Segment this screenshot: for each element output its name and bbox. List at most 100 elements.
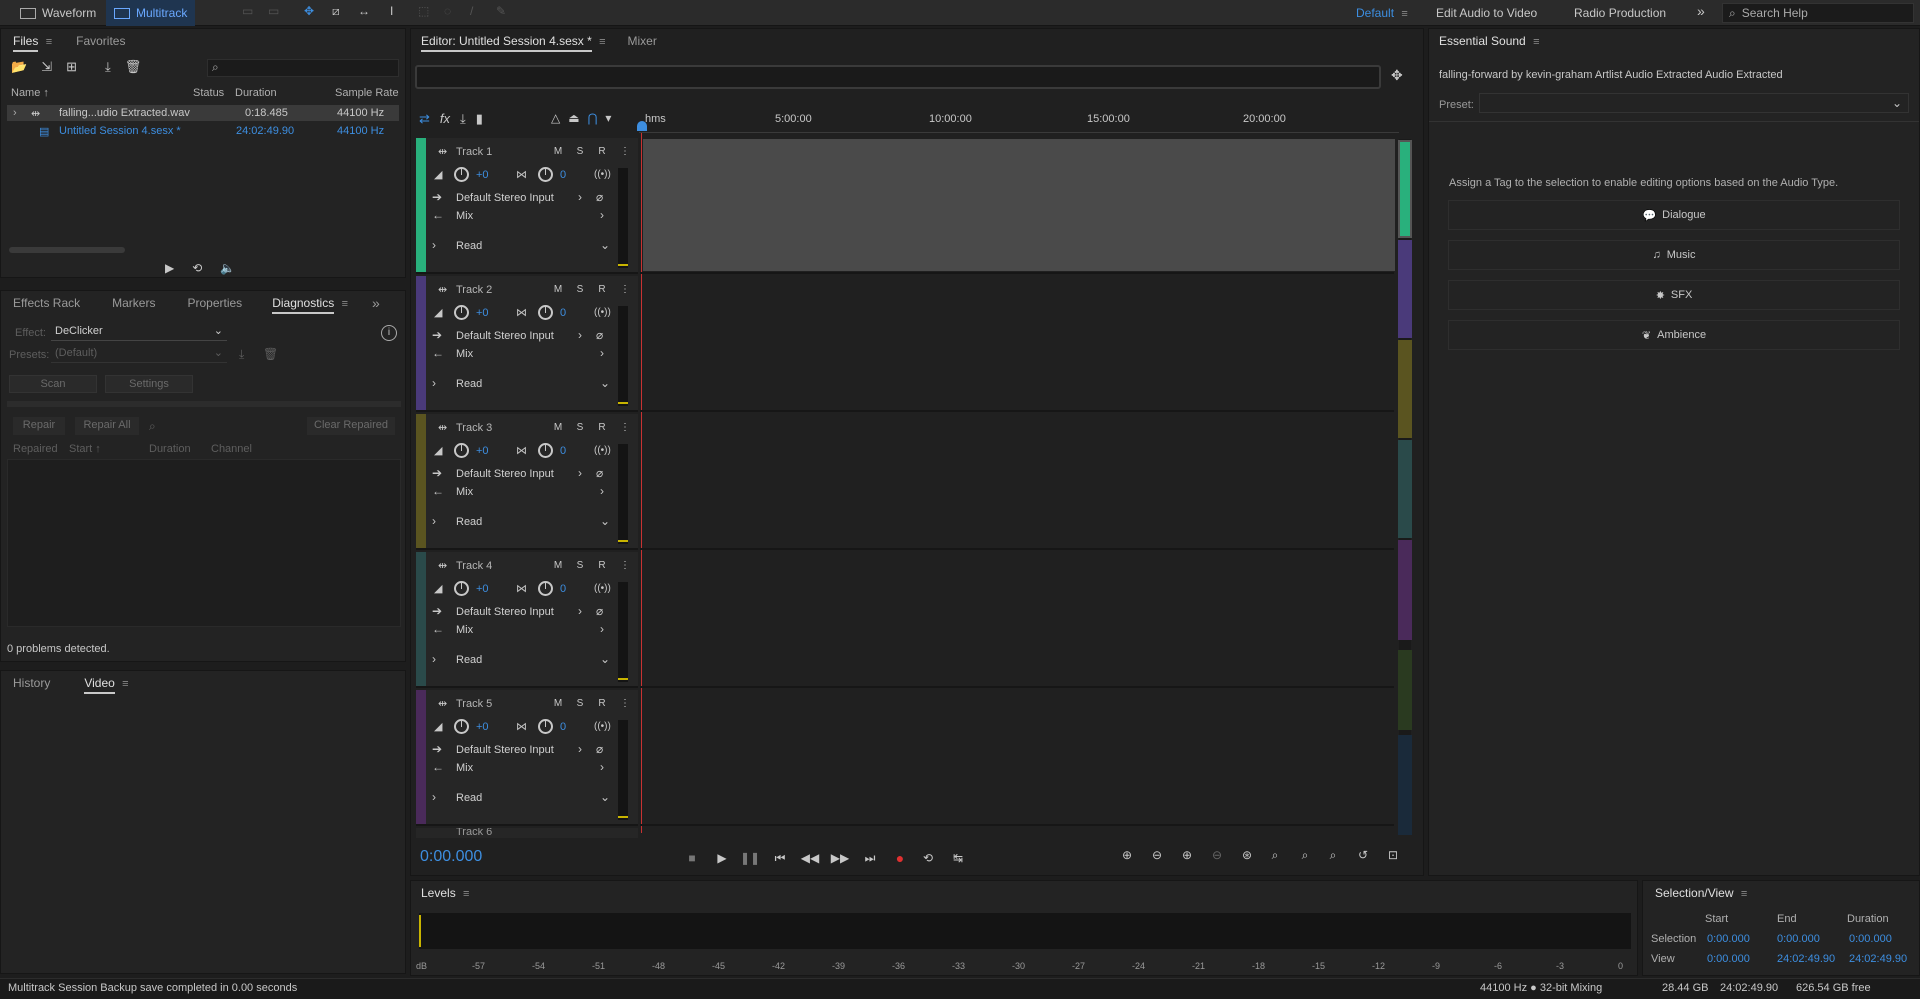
- chevron-right-icon[interactable]: ›: [600, 484, 604, 498]
- col-channel[interactable]: Channel: [211, 443, 252, 455]
- monitor-icon[interactable]: ((•)): [594, 169, 611, 180]
- info-icon[interactable]: i: [381, 325, 397, 341]
- more-options-icon[interactable]: ⋮: [620, 146, 630, 157]
- autoplay-icon[interactable]: 🔈: [220, 261, 235, 275]
- zoom-navigator-icon[interactable]: ✥: [1391, 67, 1403, 84]
- preset-select[interactable]: ⌄: [1479, 93, 1909, 113]
- brush-tool-icon[interactable]: /: [470, 4, 488, 22]
- track-header[interactable]: ⇹ Track 3 M S R ⋮ ◢ +0 ⋈ 0 ((•)) ➔ Defau…: [416, 414, 638, 550]
- volume-value[interactable]: +0: [476, 307, 489, 319]
- eq-icon[interactable]: ▮: [476, 111, 483, 127]
- zoom-in-amplitude-icon[interactable]: ⊕: [1116, 848, 1138, 868]
- settings-button[interactable]: Settings: [105, 375, 193, 393]
- tab-effects-rack[interactable]: Effects Rack: [1, 291, 92, 315]
- solo-button[interactable]: S: [572, 282, 588, 298]
- tab-files[interactable]: Files ≡: [1, 29, 64, 53]
- files-scrollbar[interactable]: [9, 247, 125, 253]
- metronome-icon[interactable]: △: [551, 111, 560, 125]
- track-color-segment[interactable]: [1398, 650, 1412, 730]
- track-input[interactable]: Default Stereo Input: [456, 744, 554, 756]
- pan-knob[interactable]: [538, 581, 553, 596]
- delete-preset-icon[interactable]: 🗑: [263, 347, 278, 361]
- chevron-right-icon[interactable]: ›: [578, 328, 582, 342]
- spectral-display-icon[interactable]: ▭: [242, 4, 260, 22]
- magnet-icon[interactable]: ⋂: [588, 111, 598, 125]
- monitor-icon[interactable]: ((•)): [594, 445, 611, 456]
- rewind-icon[interactable]: ◀◀: [800, 848, 820, 868]
- repair-button[interactable]: Repair: [13, 417, 65, 435]
- mute-button[interactable]: M: [550, 558, 566, 574]
- volume-knob[interactable]: [454, 305, 469, 320]
- files-search-input[interactable]: ⌕: [207, 59, 399, 77]
- volume-knob[interactable]: [454, 443, 469, 458]
- chevron-down-icon[interactable]: ⌄: [600, 514, 610, 528]
- pan-knob[interactable]: [538, 719, 553, 734]
- track-input[interactable]: Default Stereo Input: [456, 192, 554, 204]
- pan-value[interactable]: 0: [560, 721, 566, 733]
- pan-value[interactable]: 0: [560, 583, 566, 595]
- marquee-tool-icon[interactable]: ⬚: [418, 4, 436, 22]
- snap-icon[interactable]: ⏏: [568, 111, 579, 125]
- phase-icon[interactable]: ⌀: [596, 328, 603, 342]
- selection-start[interactable]: 0:00.000: [1707, 933, 1750, 945]
- track-name[interactable]: Track 1: [456, 146, 492, 158]
- effect-select[interactable]: DeClicker ⌄: [51, 323, 227, 341]
- track-color-segment[interactable]: [1398, 440, 1412, 538]
- solo-button[interactable]: S: [572, 144, 588, 160]
- drag-handle-icon[interactable]: ⇹: [438, 559, 447, 572]
- track-color-segment[interactable]: [1398, 340, 1412, 438]
- mute-button[interactable]: M: [550, 144, 566, 160]
- col-name[interactable]: Name ↑: [11, 87, 49, 99]
- waveform-mode-button[interactable]: Waveform: [12, 0, 104, 26]
- razor-tool-icon[interactable]: ⧄: [332, 4, 350, 22]
- record-arm-button[interactable]: R: [594, 144, 610, 160]
- tab-favorites[interactable]: Favorites: [64, 29, 137, 53]
- automation-mode[interactable]: Read: [456, 792, 482, 804]
- track-output[interactable]: Mix: [456, 210, 473, 222]
- search-help-field[interactable]: ⌕ Search Help: [1722, 3, 1914, 23]
- col-duration[interactable]: Duration: [235, 87, 277, 99]
- import-icon[interactable]: ⇲: [41, 59, 52, 75]
- chevron-right-icon[interactable]: ›: [600, 208, 604, 222]
- volume-value[interactable]: +0: [476, 169, 489, 181]
- fx-icon[interactable]: fx: [440, 111, 450, 127]
- workspace-default[interactable]: Default ≡: [1356, 6, 1408, 20]
- expand-panels-icon[interactable]: »: [366, 291, 386, 315]
- more-workspaces-icon[interactable]: »: [1697, 3, 1705, 19]
- open-file-icon[interactable]: 📂: [11, 59, 27, 75]
- skip-to-end-icon[interactable]: ⏭: [860, 848, 880, 868]
- expand-icon[interactable]: ›: [432, 238, 436, 252]
- pan-value[interactable]: 0: [560, 445, 566, 457]
- overview-bar[interactable]: [415, 65, 1381, 89]
- chevron-down-icon[interactable]: ⌄: [600, 238, 610, 252]
- record-icon[interactable]: ●: [890, 848, 910, 868]
- skip-selection-icon[interactable]: ↹: [948, 848, 968, 868]
- insert-icon[interactable]: ⤓: [105, 59, 111, 75]
- playhead-handle[interactable]: [637, 121, 647, 131]
- phase-icon[interactable]: ⌀: [596, 190, 603, 204]
- volume-knob[interactable]: [454, 167, 469, 182]
- track-header[interactable]: ⇹ Track 5 M S R ⋮ ◢ +0 ⋈ 0 ((•)) ➔ Defau…: [416, 690, 638, 826]
- track-name[interactable]: Track 5: [456, 698, 492, 710]
- tab-markers[interactable]: Markers: [92, 291, 175, 315]
- zoom-in-time-icon[interactable]: ⊕: [1176, 848, 1198, 868]
- col-repaired[interactable]: Repaired: [13, 443, 58, 455]
- chevron-right-icon[interactable]: ›: [578, 190, 582, 204]
- track-1-selected-lane[interactable]: [643, 139, 1395, 271]
- tab-video[interactable]: Video ≡: [62, 671, 150, 695]
- splitter[interactable]: [7, 401, 401, 407]
- record-arm-button[interactable]: R: [594, 282, 610, 298]
- more-options-icon[interactable]: ⋮: [620, 698, 630, 709]
- multitrack-mode-button[interactable]: Multitrack: [106, 0, 196, 26]
- track-color-segment[interactable]: [1398, 140, 1412, 238]
- save-preset-icon[interactable]: ⤓: [239, 347, 244, 362]
- view-duration[interactable]: 24:02:49.90: [1849, 953, 1907, 965]
- solo-button[interactable]: S: [572, 696, 588, 712]
- mute-button[interactable]: M: [550, 420, 566, 436]
- file-row[interactable]: › ⇹ falling...udio Extracted.wav 0:18.48…: [7, 105, 399, 121]
- volume-knob[interactable]: [454, 581, 469, 596]
- chevron-right-icon[interactable]: ›: [600, 346, 604, 360]
- chevron-right-icon[interactable]: ›: [578, 742, 582, 756]
- more-options-icon[interactable]: ⋮: [620, 422, 630, 433]
- presets-select[interactable]: (Default) ⌄: [51, 345, 227, 363]
